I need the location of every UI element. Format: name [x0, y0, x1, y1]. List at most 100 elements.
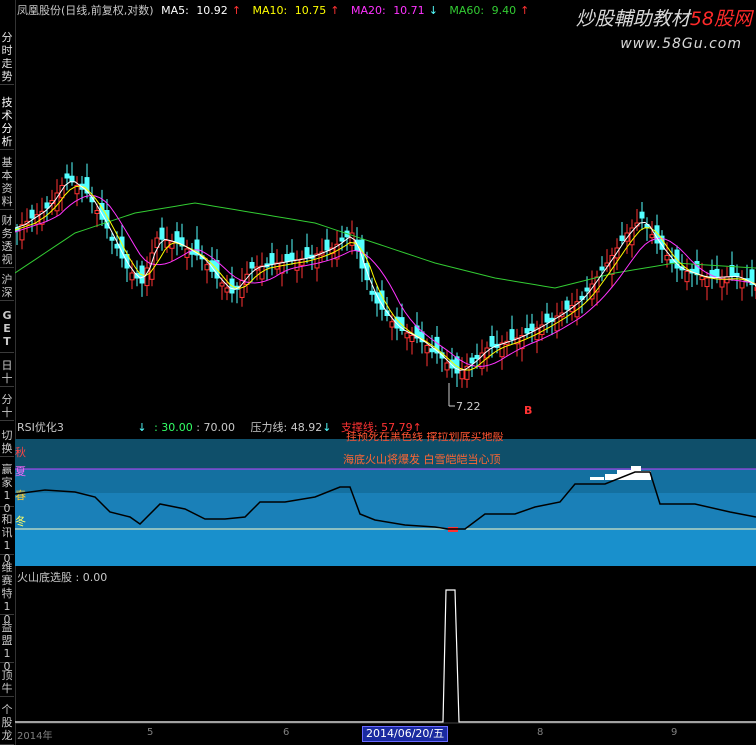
ma20-label: MA20:: [350, 4, 386, 17]
candle: [564, 300, 570, 310]
candle: [499, 342, 505, 358]
season-winter: 冬: [15, 514, 26, 528]
tab-weisaite[interactable]: 维赛特10: [0, 560, 14, 626]
tab-shsz[interactable]: 沪深: [0, 272, 14, 301]
tab-daily[interactable]: 日十: [0, 358, 14, 387]
candle: [424, 345, 430, 354]
candle: [664, 255, 670, 261]
stock-title: 凤凰股份(日线,前复权,对数): [17, 4, 154, 17]
candle: [294, 259, 300, 271]
month-tick: 5: [147, 727, 154, 738]
ma60-line: [15, 202, 756, 289]
date-axis: 2014年 5 6 8 9 2014/06/20/五: [15, 725, 756, 745]
volcano-title: 火山底选股: [17, 571, 72, 584]
rsi-note-main: 海底火山将爆发 白雪皑皑当心顶: [343, 452, 501, 466]
spring-zone: [15, 493, 756, 530]
price-chart[interactable]: 7.22 B: [15, 18, 756, 416]
candle: [109, 236, 115, 241]
tab-dingniu[interactable]: 顶牛: [0, 668, 14, 697]
tab-technical[interactable]: 技术分析: [0, 95, 14, 150]
candle: [219, 282, 225, 287]
tab-switch[interactable]: 切换: [0, 428, 14, 457]
buy-marker: B: [524, 404, 532, 416]
candle: [684, 270, 690, 283]
candle: [584, 287, 590, 292]
tab-yimeng[interactable]: 益盟10: [0, 620, 14, 673]
candle: [699, 275, 705, 281]
candle: [224, 287, 230, 293]
season-spring: 春: [15, 489, 26, 502]
candle: [474, 354, 480, 359]
candle: [204, 264, 210, 271]
candle: [739, 278, 745, 289]
ma60-label: MA60:: [449, 4, 485, 17]
volcano-chart[interactable]: [15, 585, 756, 725]
overbought-block: [590, 477, 604, 480]
volcano-header: 火山底选股 : 0.00: [17, 569, 107, 585]
candle: [404, 332, 410, 339]
candle: [249, 262, 255, 269]
volcano-line: [15, 589, 756, 723]
winter-zone: [15, 530, 756, 566]
candle: [524, 328, 530, 334]
tab-fundamentals[interactable]: 基本资料: [0, 155, 14, 210]
tab-gegu-long[interactable]: 个股龙: [0, 702, 14, 745]
candle: [409, 335, 415, 343]
rsi-chart[interactable]: 挂预死在黑色线 撑拉划底买地般 海底火山将爆发 白雪皑皑当心顶 秋 夏 春 冬: [15, 432, 756, 567]
tab-winner[interactable]: 赢家10: [0, 462, 14, 515]
candle: [429, 348, 435, 353]
candle: [339, 237, 345, 242]
year-label: 2014年: [17, 731, 53, 742]
candle: [69, 175, 75, 183]
candle: [159, 227, 165, 240]
candle: [489, 336, 495, 347]
candle: [64, 173, 70, 179]
candle: [529, 323, 535, 331]
candle: [729, 264, 735, 277]
ma20-value: 10.71: [393, 4, 425, 17]
rsi-note-top: 挂预死在黑色线 撑拉划底买地般: [346, 432, 504, 443]
candle: [129, 272, 135, 281]
candle: [509, 329, 515, 341]
candle: [599, 266, 605, 271]
cursor-date[interactable]: 2014/06/20/五: [362, 726, 449, 742]
candle: [704, 277, 710, 288]
month-tick: 6: [283, 727, 290, 738]
tab-intraday[interactable]: 分时走势: [0, 30, 14, 85]
ma5-value: 10.92: [196, 4, 228, 17]
month-tick: 8: [537, 727, 544, 738]
month-tick: 9: [671, 727, 678, 738]
candle: [649, 234, 655, 239]
tab-minute[interactable]: 分十: [0, 392, 14, 421]
up-arrow-icon: ↑: [330, 4, 340, 17]
candle: [444, 362, 450, 371]
candle: [324, 239, 330, 251]
candle: [544, 313, 550, 323]
overbought-block: [605, 474, 617, 480]
candle: [269, 253, 275, 265]
candle: [289, 252, 295, 262]
low-price-label: 7.22: [456, 400, 481, 413]
ma5-line: [15, 181, 756, 371]
candle: [304, 247, 310, 259]
up-arrow-icon: ↑: [520, 4, 530, 17]
tab-hexun[interactable]: 和讯10: [0, 512, 14, 565]
ma60-value: 9.40: [491, 4, 517, 17]
season-autumn: 秋: [15, 445, 26, 459]
candle: [29, 209, 35, 219]
volcano-value: : 0.00: [75, 571, 108, 584]
candle: [189, 250, 195, 255]
candle: [639, 211, 645, 219]
tab-finance[interactable]: 财务透视: [0, 213, 14, 268]
sidebar: 分时走势 技术分析 基本资料 财务透视 沪深 GET 日十 分十 切换 赢家10…: [0, 0, 16, 745]
ma5-label: MA5:: [161, 4, 189, 17]
up-arrow-icon: ↑: [231, 4, 242, 17]
candle: [469, 357, 475, 364]
price-header: 凤凰股份(日线,前复权,对数) MA5: 10.92 ↑ MA10: 10.75 ↑…: [17, 2, 537, 18]
candle: [44, 202, 50, 209]
down-arrow-icon: ↓: [428, 4, 438, 17]
ma10-value: 10.75: [294, 4, 327, 17]
ma20-line: [15, 195, 756, 368]
tab-get[interactable]: GET: [0, 308, 14, 353]
candle: [714, 268, 720, 278]
